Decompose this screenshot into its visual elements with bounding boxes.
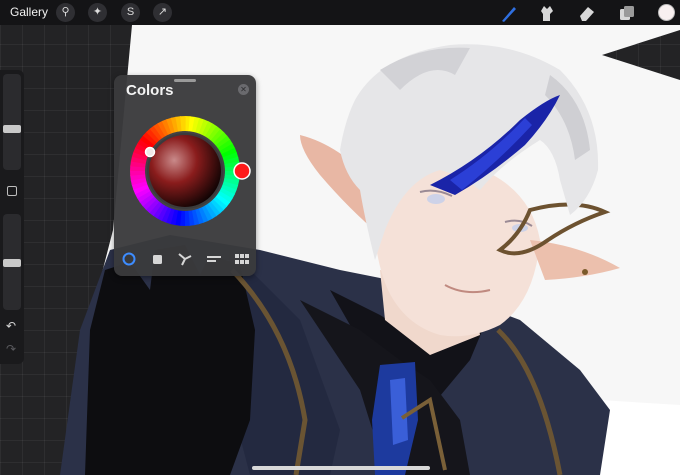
brush-size-thumb[interactable] bbox=[3, 125, 21, 133]
saturation-marker[interactable] bbox=[144, 146, 156, 158]
layers-icon[interactable] bbox=[617, 3, 637, 23]
selection-icon[interactable]: S bbox=[121, 3, 140, 22]
panel-grabber[interactable] bbox=[174, 79, 196, 82]
hue-marker[interactable] bbox=[233, 162, 251, 180]
saturation-disc[interactable] bbox=[149, 135, 221, 207]
colors-panel: Colors ✕ bbox=[114, 75, 256, 276]
transform-arrow-icon[interactable]: ↗ bbox=[153, 3, 172, 22]
artwork-canvas[interactable] bbox=[0, 0, 680, 475]
disc-mode-icon[interactable] bbox=[120, 251, 138, 267]
redo-icon[interactable]: ↷ bbox=[6, 342, 16, 356]
colors-panel-title: Colors bbox=[126, 82, 174, 99]
top-toolbar: Gallery ⚲ ✦ S ↗ bbox=[0, 0, 680, 25]
color-disc[interactable] bbox=[114, 103, 256, 243]
classic-mode-icon[interactable] bbox=[148, 251, 166, 267]
harmony-mode-icon[interactable] bbox=[176, 251, 194, 267]
adjustments-wand-icon[interactable]: ✦ bbox=[88, 3, 107, 22]
undo-icon[interactable]: ↶ bbox=[6, 319, 16, 333]
home-indicator[interactable] bbox=[252, 466, 430, 470]
actions-wrench-icon[interactable]: ⚲ bbox=[56, 3, 75, 22]
value-mode-icon[interactable] bbox=[205, 251, 223, 267]
left-sidebar: ↶ ↷ bbox=[0, 70, 24, 364]
eraser-icon[interactable] bbox=[577, 3, 597, 23]
brush-size-slider[interactable] bbox=[3, 74, 21, 170]
opacity-slider[interactable] bbox=[3, 214, 21, 310]
palettes-mode-icon[interactable] bbox=[233, 251, 251, 267]
opacity-thumb[interactable] bbox=[3, 259, 21, 267]
gallery-button[interactable]: Gallery bbox=[10, 5, 48, 19]
close-icon[interactable]: ✕ bbox=[238, 84, 249, 95]
smudge-icon[interactable] bbox=[537, 3, 557, 23]
brush-icon[interactable] bbox=[499, 3, 519, 23]
modify-button[interactable] bbox=[7, 186, 17, 196]
current-color-swatch[interactable] bbox=[658, 4, 675, 21]
